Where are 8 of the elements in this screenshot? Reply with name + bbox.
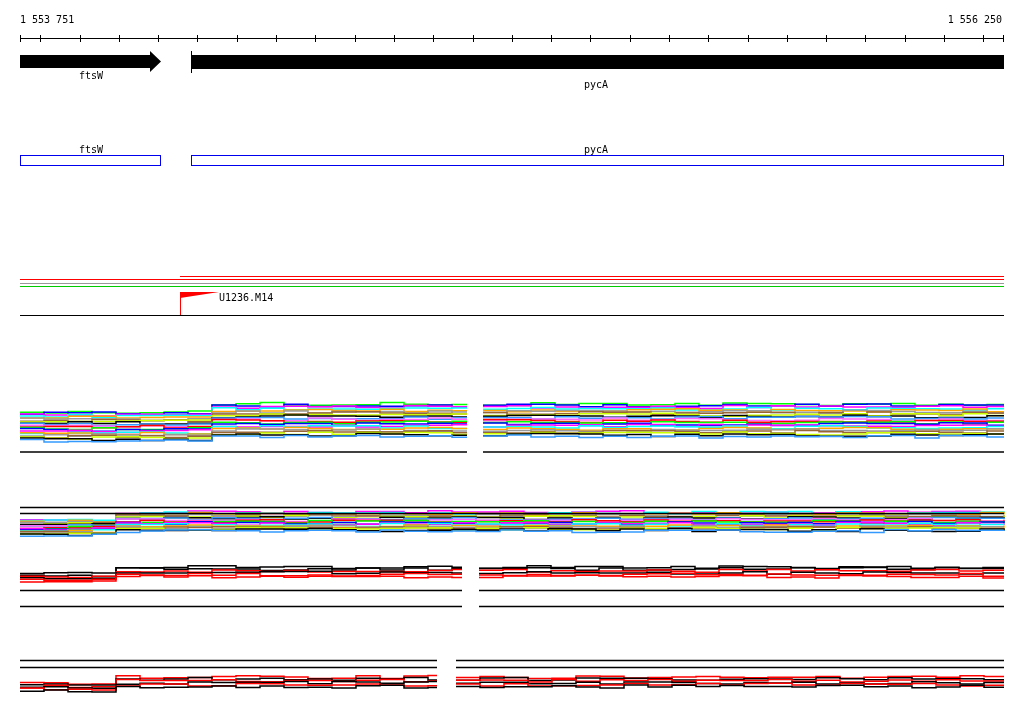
gene-label: pycA [583, 144, 609, 155]
gene-label: pycA [583, 79, 609, 90]
gene-label: ftsW [78, 144, 104, 155]
feature-label: U1236.M14 [219, 292, 274, 303]
ruler-end-label: 1 556 250 [947, 14, 1002, 25]
flag-marker-icon [180, 292, 219, 315]
ruler-start-label: 1 553 751 [20, 14, 75, 25]
gene-label: ftsW [78, 70, 104, 81]
